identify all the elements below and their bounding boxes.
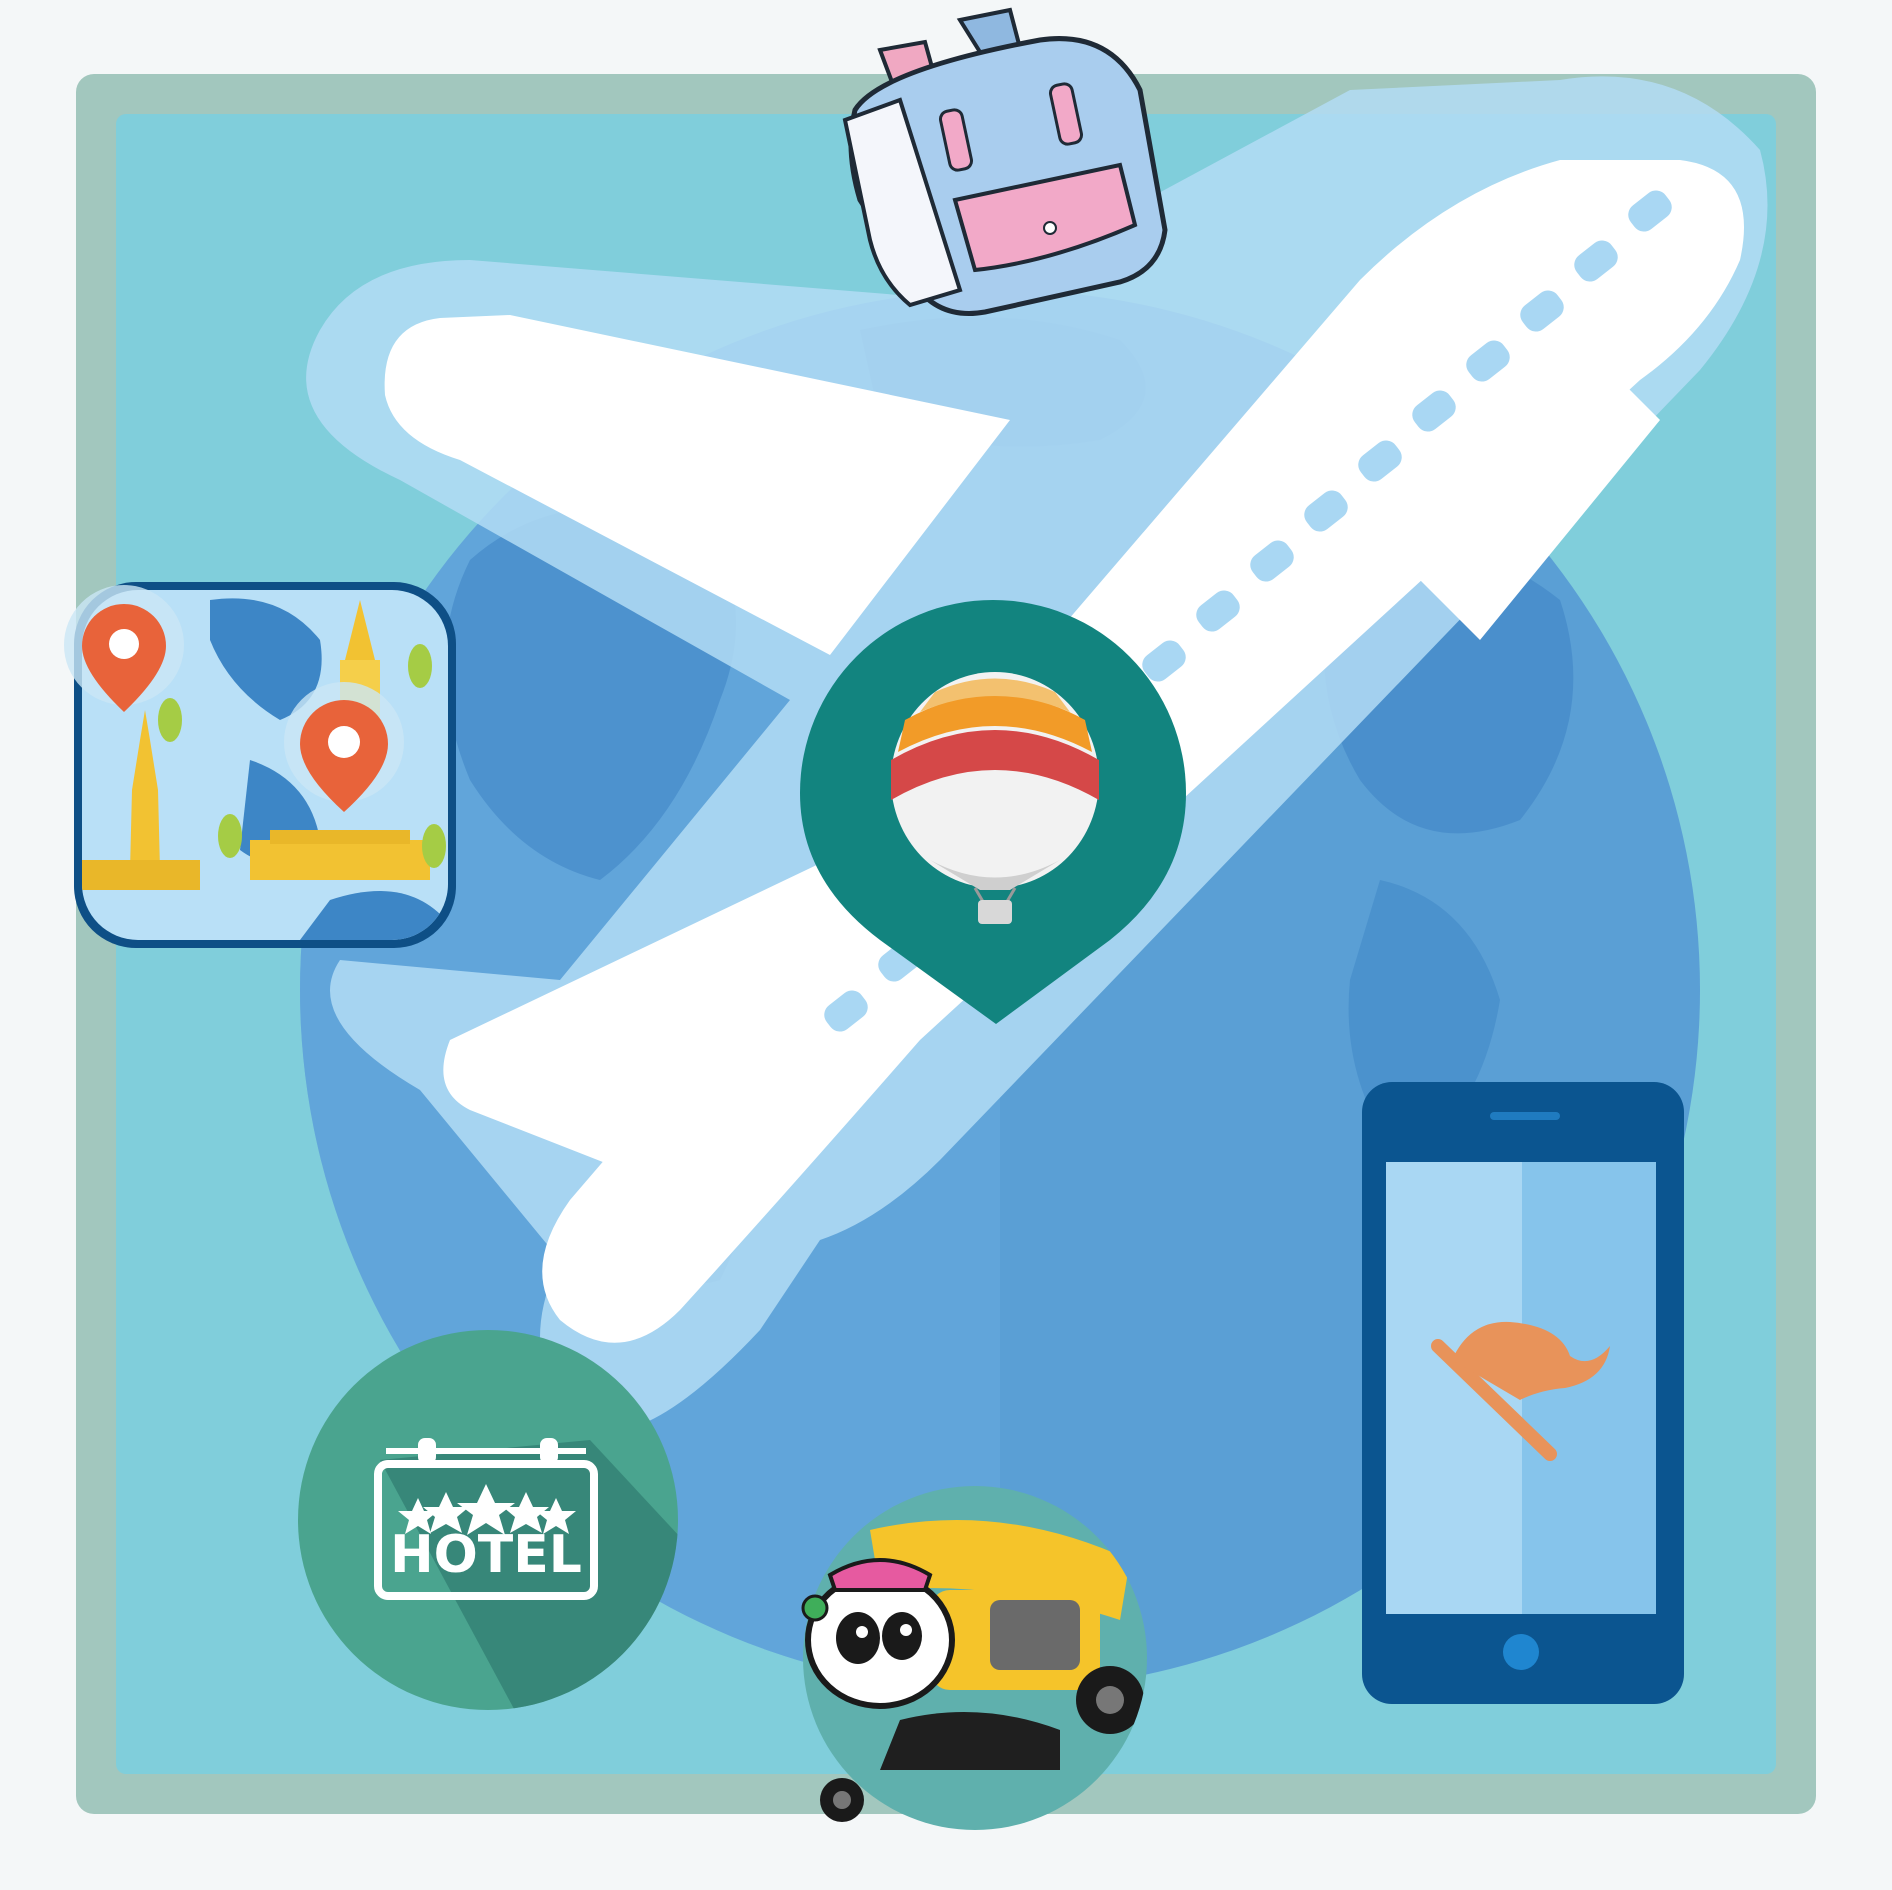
hotel-label: HOTEL [390, 1525, 582, 1585]
travel-illustration: HOTEL [64, 7, 1816, 1830]
backpack-icon [842, 7, 1168, 316]
smartphone-flag-icon [1362, 1082, 1684, 1704]
tuk-tuk-icon [801, 1486, 1147, 1830]
thai-temple-map-icon [64, 582, 456, 948]
